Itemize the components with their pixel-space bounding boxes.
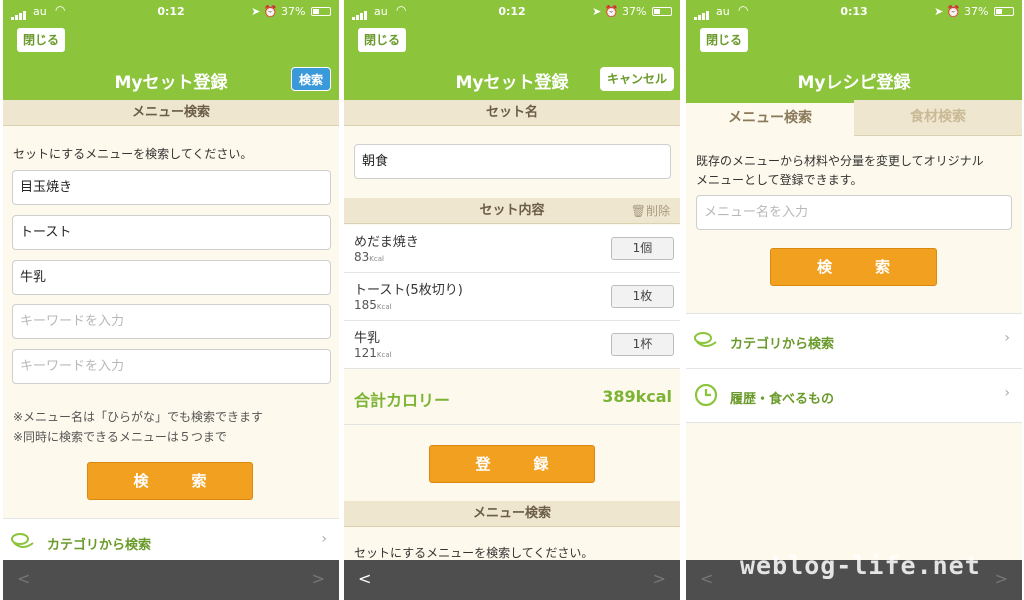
status-right: ➤ ⏰ 37% [251,5,331,18]
item-name: 牛乳 [354,331,381,346]
forward-arrow-icon[interactable]: > [653,569,666,588]
category-search-link[interactable]: カテゴリから検索 › [3,518,339,563]
item-kcal: 83Kcal [354,250,384,264]
item-name: トースト(5枚切り) [354,283,463,298]
alarm-icon: ⏰ [946,5,961,18]
close-button[interactable]: 閉じる [700,28,749,52]
section-header-set-name: セット名 [344,100,680,126]
close-button[interactable]: 閉じる [358,28,407,52]
battery-icon [311,7,331,16]
search-button[interactable]: 検 索 [87,462,253,500]
status-bar: au ◠ 0:13 ➤ ⏰ 37% [686,0,1022,24]
keyword-field-1[interactable]: 目玉焼き [12,170,331,205]
item-kcal: 121Kcal [354,346,392,360]
search-tabs: メニュー検索 食材検索 [686,100,1022,136]
battery-percent: 37% [281,5,306,18]
history-link[interactable]: 履歴・食べるもの › [686,368,1022,423]
title-bar: Myレシピ登録 [686,58,1022,100]
chevron-right-icon: › [1004,330,1010,346]
back-arrow-icon[interactable]: < [17,569,30,588]
screen-my-set-register: au ◠ 0:12 ➤ ⏰ 37% 閉じる Myセット登録 キャンセル セット名… [344,0,680,600]
menu-name-input[interactable]: メニュー名を入力 [696,195,1012,230]
title-bar: Myセット登録 キャンセル [344,58,680,100]
instruction-text: セットにするメニューを検索してください。 [354,546,594,560]
set-item[interactable]: めだま焼き 83Kcal 1個 [344,225,680,273]
register-button[interactable]: 登 録 [429,445,595,483]
tab-ingredient-search[interactable]: 食材検索 [854,100,1022,136]
close-bar: 閉じる [3,24,339,58]
close-bar: 閉じる [686,24,1022,58]
location-icon: ➤ [934,5,944,18]
set-name-field[interactable]: 朝食 [354,144,671,179]
section-header-menu-search: メニュー検索 [3,100,339,126]
browser-toolbar: < > [3,560,339,600]
battery-percent: 37% [622,5,647,18]
battery-icon [994,7,1014,16]
close-bar: 閉じる [344,24,680,58]
keyword-field-2[interactable]: トースト [12,215,331,250]
section-header-menu-search: メニュー検索 [344,501,680,527]
title-bar: Myセット登録 検索 [3,58,339,100]
note-hiragana: ※メニュー名は「ひらがな」でも検索できます [13,410,264,424]
close-button[interactable]: 閉じる [17,28,66,52]
item-name: めだま焼き [354,235,419,250]
page-title: Myレシピ登録 [797,73,911,93]
delete-button[interactable]: 🗑削除 [631,198,670,224]
description-line-2: メニューとして登録できます。 [696,173,863,187]
set-item[interactable]: 牛乳 121Kcal 1杯 [344,321,680,369]
quantity-button[interactable]: 1個 [611,237,674,260]
category-search-label: カテゴリから検索 [47,538,152,553]
search-button[interactable]: 検 索 [770,248,937,286]
category-search-label: カテゴリから検索 [730,337,835,352]
chevron-right-icon: › [321,531,327,547]
chevron-right-icon: › [1004,385,1010,401]
search-header-button[interactable]: 検索 [290,67,331,91]
clock-icon [694,383,718,407]
back-arrow-icon[interactable]: < [700,569,713,588]
browser-toolbar: < > [344,560,680,600]
item-kcal: 185Kcal [354,298,392,312]
note-limit: ※同時に検索できるメニューは５つまで [13,430,227,444]
cancel-button[interactable]: キャンセル [599,67,674,91]
keyword-field-5[interactable]: キーワードを入力 [12,349,331,384]
trash-icon: 🗑 [630,204,646,218]
location-icon: ➤ [251,5,261,18]
screen-my-set-search: au ◠ 0:12 ➤ ⏰ 37% 閉じる Myセット登録 検索 メニュー検索 … [3,0,339,600]
back-arrow-icon[interactable]: < [358,569,371,588]
tab-menu-search[interactable]: メニュー検索 [686,100,854,136]
total-label: 合計カロリー [354,391,451,410]
status-right: ➤ ⏰ 37% [592,5,672,18]
delete-label: 削除 [645,204,670,218]
quantity-button[interactable]: 1杯 [611,333,674,356]
total-calories-row: 合計カロリー 389kcal [344,372,680,424]
history-label: 履歴・食べるもの [730,392,835,407]
watermark: weblog-life.net [740,551,981,580]
bowl-icon [694,332,717,347]
location-icon: ➤ [592,5,602,18]
category-search-link[interactable]: カテゴリから検索 › [686,313,1022,368]
status-bar: au ◠ 0:12 ➤ ⏰ 37% [3,0,339,24]
forward-arrow-icon[interactable]: > [312,569,325,588]
quantity-button[interactable]: 1枚 [611,285,674,308]
forward-arrow-icon[interactable]: > [995,569,1008,588]
set-contents-title: セット内容 [479,203,545,218]
keyword-field-4[interactable]: キーワードを入力 [12,304,331,339]
status-bar: au ◠ 0:12 ➤ ⏰ 37% [344,0,680,24]
battery-percent: 37% [964,5,989,18]
section-header-set-contents: セット内容 🗑削除 [344,198,680,224]
alarm-icon: ⏰ [263,5,278,18]
alarm-icon: ⏰ [604,5,619,18]
battery-icon [652,7,672,16]
keyword-field-3[interactable]: 牛乳 [12,260,331,295]
status-right: ➤ ⏰ 37% [934,5,1014,18]
screen-my-recipe-register: au ◠ 0:13 ➤ ⏰ 37% 閉じる Myレシピ登録 メニュー検索 食材検… [686,0,1022,600]
description-line-1: 既存のメニューから材料や分量を変更してオリジナル [696,154,984,168]
instruction-text: セットにするメニューを検索してください。 [13,147,253,161]
bowl-icon [11,533,34,548]
set-item[interactable]: トースト(5枚切り) 185Kcal 1枚 [344,273,680,321]
page-title: Myセット登録 [114,73,228,93]
total-value: 389kcal [602,387,672,406]
